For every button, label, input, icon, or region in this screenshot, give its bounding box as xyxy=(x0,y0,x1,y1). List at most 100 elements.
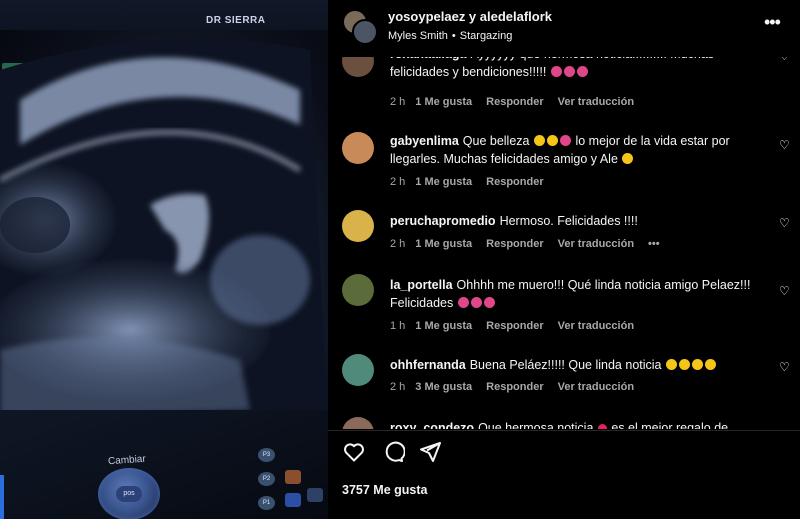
comment-text: la_portella Ohhhh me muero!!! Qué linda n… xyxy=(390,276,760,312)
heart-icon[interactable] xyxy=(342,440,366,464)
comment-likes[interactable]: 1 Me gusta xyxy=(415,238,472,250)
avatar[interactable] xyxy=(342,57,374,77)
comment-meta: 2 h 1 Me gusta Responder Ver traducción xyxy=(390,96,648,108)
comment-likes[interactable]: 3 Me gusta xyxy=(415,381,472,393)
heart-eyes-emoji-icon xyxy=(576,66,588,77)
comment-text: roxanaaliagaAyyyyyy que hermosa noticia!… xyxy=(390,57,760,81)
translate-button[interactable]: Ver traducción xyxy=(558,381,634,393)
reply-button[interactable]: Responder xyxy=(486,176,543,188)
pleading-face-emoji-icon xyxy=(691,359,703,370)
translate-button[interactable]: Ver traducción xyxy=(558,238,634,250)
comment-text: roxy_condezo Que hermosa noticia es el me… xyxy=(390,419,760,429)
like-comment-heart-icon[interactable]: ♡ xyxy=(779,284,790,298)
comment-time[interactable]: 2 h xyxy=(390,381,405,393)
pleading-face-emoji-icon xyxy=(665,359,677,370)
pos-label: pos xyxy=(116,486,142,502)
monitor-top-bar xyxy=(0,0,328,30)
comment-meta: 2 h 3 Me gusta Responder Ver traducción xyxy=(390,381,648,393)
comment-likes[interactable]: 1 Me gusta xyxy=(415,176,472,188)
comment-body-b: es el mejor regalo de xyxy=(611,421,729,429)
post-media-ultrasound[interactable]: DR SIERRA Cambiar pos P3 P2 P1 xyxy=(0,0,328,519)
comment-username[interactable]: ohhfernanda xyxy=(390,358,466,372)
comment-body-a: Que belleza xyxy=(462,134,530,148)
avatar[interactable] xyxy=(352,19,378,45)
divider xyxy=(328,430,800,431)
post-header: yosoypelaez y aledelaflork Myles Smith • S… xyxy=(328,0,800,50)
instagram-post-viewer: DR SIERRA Cambiar pos P3 P2 P1 yosoypela… xyxy=(0,0,800,519)
music-song[interactable]: Stargazing xyxy=(460,30,513,42)
comments-list[interactable]: roxanaaliagaAyyyyyy que hermosa noticia!… xyxy=(328,57,800,429)
clapping-hands-emoji-icon xyxy=(533,135,545,146)
heart-eyes-emoji-icon xyxy=(563,66,575,77)
comments-panel: yosoypelaez y aledelaflork Myles Smith • S… xyxy=(328,0,800,519)
machine-button-p3: P3 xyxy=(258,448,275,462)
translate-button[interactable]: Ver traducción xyxy=(558,320,634,332)
avatar[interactable] xyxy=(342,274,374,306)
comment-username[interactable]: roxy_condezo xyxy=(390,421,474,429)
hugging-face-emoji-icon xyxy=(622,153,634,164)
heart-eyes-emoji-icon xyxy=(550,66,562,77)
comment-body: Hermoso. Felicidades !!!! xyxy=(499,214,638,228)
machine-button-p1: P1 xyxy=(258,496,275,510)
clapping-hands-emoji-icon xyxy=(546,135,558,146)
machine-key xyxy=(285,493,301,507)
post-authors[interactable]: yosoypelaez y aledelaflork xyxy=(388,9,552,24)
likes-count[interactable]: 3757 Me gusta xyxy=(342,483,427,497)
comment-icon[interactable] xyxy=(381,440,405,464)
machine-button-p2: P2 xyxy=(258,472,275,486)
pos-knob: pos xyxy=(98,468,160,519)
comment-more-icon[interactable]: ••• xyxy=(648,238,660,250)
heart-eyes-emoji-icon xyxy=(483,297,495,308)
red-heart-emoji-icon xyxy=(596,422,609,429)
avatar[interactable] xyxy=(342,354,374,386)
music-info[interactable]: Myles Smith • Stargazing xyxy=(388,30,512,42)
comment-time[interactable]: 1 h xyxy=(390,320,405,332)
share-icon[interactable] xyxy=(418,440,442,464)
comment-username[interactable]: gabyenlima xyxy=(390,134,459,148)
comment-body: Buena Peláez!!!!! Que linda noticia xyxy=(469,358,662,372)
reply-button[interactable]: Responder xyxy=(486,238,543,250)
pleading-face-emoji-icon xyxy=(704,359,716,370)
ultrasound-control-panel xyxy=(0,410,328,519)
comment-body-a: Que hermosa noticia xyxy=(478,421,594,429)
reply-button[interactable]: Responder xyxy=(486,96,543,108)
comment-text: gabyenlima Que belleza lo mejor de la vid… xyxy=(390,132,760,168)
reply-button[interactable]: Responder xyxy=(486,320,543,332)
separator-dot: • xyxy=(451,30,456,42)
comment-likes[interactable]: 1 Me gusta xyxy=(415,320,472,332)
machine-key xyxy=(307,488,323,502)
comment-likes[interactable]: 1 Me gusta xyxy=(415,96,472,108)
heart-eyes-emoji-icon xyxy=(559,135,571,146)
machine-key xyxy=(285,470,301,484)
comment-username[interactable]: la_portella xyxy=(390,278,453,292)
doctor-label: DR SIERRA xyxy=(206,15,266,26)
like-comment-heart-icon[interactable]: ♡ xyxy=(779,360,790,374)
comment-meta: 2 h 1 Me gusta Responder xyxy=(390,176,558,188)
translate-button[interactable]: Ver traducción xyxy=(558,96,634,108)
scale-bar xyxy=(0,475,4,519)
music-artist[interactable]: Myles Smith xyxy=(388,30,448,42)
heart-eyes-emoji-icon xyxy=(470,297,482,308)
comment-time[interactable]: 2 h xyxy=(390,176,405,188)
more-horizontal-icon[interactable]: ••• xyxy=(764,12,781,33)
comment-meta: 1 h 1 Me gusta Responder Ver traducción xyxy=(390,320,648,332)
post-actions xyxy=(328,440,800,468)
like-comment-heart-icon[interactable]: ♡ xyxy=(779,138,790,152)
comment-username[interactable]: peruchapromedio xyxy=(390,214,496,228)
like-comment-heart-icon[interactable]: ♡ xyxy=(779,57,790,63)
avatar[interactable] xyxy=(342,210,374,242)
reply-button[interactable]: Responder xyxy=(486,381,543,393)
ultrasound-scan-image xyxy=(0,38,328,430)
pleading-face-emoji-icon xyxy=(678,359,690,370)
avatar[interactable] xyxy=(342,132,374,164)
comment-time[interactable]: 2 h xyxy=(390,238,405,250)
collab-avatars[interactable] xyxy=(342,9,378,45)
comment-text: peruchapromedio Hermoso. Felicidades !!!! xyxy=(390,212,760,230)
comment-username[interactable]: roxanaaliaga xyxy=(390,57,466,61)
heart-eyes-emoji-icon xyxy=(457,297,469,308)
comment-text: ohhfernanda Buena Peláez!!!!! Que linda n… xyxy=(390,356,760,374)
avatar[interactable] xyxy=(342,417,374,429)
comment-meta: 2 h 1 Me gusta Responder Ver traducción ••• xyxy=(390,238,674,250)
like-comment-heart-icon[interactable]: ♡ xyxy=(779,216,790,230)
comment-time[interactable]: 2 h xyxy=(390,96,405,108)
